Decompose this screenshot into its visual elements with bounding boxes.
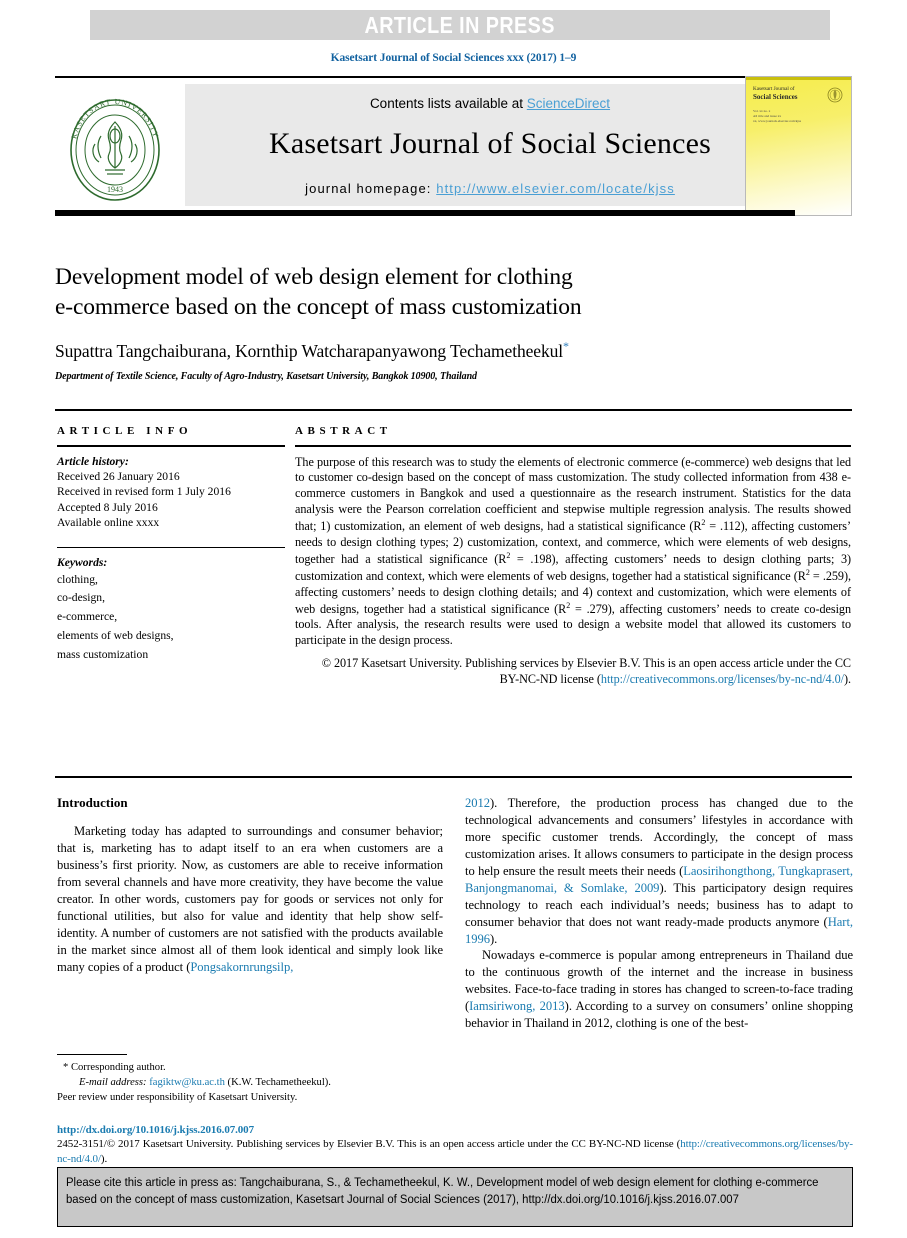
journal-masthead: KASETSART UNIVERSITY 1943 Contents lists… [55,76,852,216]
keyword-item: co-design, [57,591,105,605]
peer-review-note: Peer review under responsibility of Kase… [57,1092,298,1104]
journal-title: Kasetsart Journal of Social Sciences [268,127,712,160]
cover-title: Kasetsart Journal of Social Sciences [753,86,798,102]
citation-link-pongsakornrungsilp[interactable]: Pongsakornrungsilp, [190,960,293,974]
article-history-block: Article history: Received 26 January 201… [57,454,285,531]
running-head-citation: Kasetsart Journal of Social Sciences xxx… [330,52,577,64]
article-info-heading: ARTICLE INFO [57,425,193,437]
history-item: Available online xxxx [57,516,160,530]
keywords-label: Keywords: [57,556,108,570]
intro-right-text-c: ). [490,931,498,946]
citation-link-year-2012[interactable]: 2012 [465,796,490,810]
email-owner: (K.W. Techametheekul). [227,1077,331,1089]
abstract-body: The purpose of this research was to stud… [295,455,851,650]
cover-emblem-icon [827,87,843,103]
affiliation: Department of Textile Science, Faculty o… [55,370,477,382]
abstract-section-bottom-rule [55,776,852,778]
cover-title-line1: Kasetsart Journal of [753,86,795,92]
email-note: E-mail address: fagiktw@ku.ac.th (K.W. T… [57,1075,443,1090]
corresponding-author-marker: * [563,339,569,354]
keyword-item: e-commerce, [57,610,118,624]
introduction-right-column: 2012). Therefore, the production process… [465,795,853,1032]
keyword-item: elements of web designs, [57,628,174,642]
issn-tail: ). [100,1152,108,1165]
journal-cover-thumbnail: Kasetsart Journal of Social Sciences Vol… [745,76,852,216]
footer-block: http://dx.doi.org/10.1016/j.kjss.2016.07… [57,1124,853,1166]
email-label: E-mail address: [79,1077,147,1089]
please-cite-box: Please cite this article in press as: Ta… [57,1167,853,1227]
introduction-paragraph-1: Marketing today has adapted to surroundi… [57,823,443,975]
title-line-2: e-commerce based on the concept of mass … [55,294,582,321]
issn-text: 2452-3151/© 2017 Kasetsart University. P… [57,1138,681,1150]
article-in-press-banner: ARTICLE IN PRESS [90,10,830,40]
doi-line: http://dx.doi.org/10.1016/j.kjss.2016.07… [57,1124,853,1136]
abstract-section-top-rule [55,409,852,411]
kasetsart-university-seal-icon: KASETSART UNIVERSITY 1943 [61,92,169,204]
journal-homepage-link[interactable]: http://www.elsevier.com/locate/kjss [436,181,675,196]
article-title-block: Development model of web design element … [55,262,855,382]
footnote-block: * Corresponding author. E-mail address: … [57,1054,443,1105]
homepage-label: journal homepage: [305,181,437,196]
journal-header-box: Contents lists available at ScienceDirec… [185,84,795,206]
masthead-top-rule [55,76,795,78]
footnote-rule [57,1054,127,1055]
author-names: Supattra Tangchaiburana, Kornthip Watcha… [55,340,564,361]
abstract-rule [295,445,851,447]
cover-title-line2: Social Sciences [753,93,798,102]
keyword-item: mass customization [57,647,149,661]
title-line-1: Development model of web design element … [55,264,573,290]
history-item: Accepted 8 July 2016 [57,500,158,514]
copyright-tail: ). [843,672,851,687]
article-info-rule [57,445,285,447]
article-in-press-label: ARTICLE IN PRESS [364,11,556,38]
abstract-copyright: © 2017 Kasetsart University. Publishing … [295,655,851,687]
author-list: Supattra Tangchaiburana, Kornthip Watcha… [55,339,855,362]
page-title: Development model of web design element … [55,262,855,322]
corresponding-author-note: * Corresponding author. [63,1062,166,1073]
article-history-label: Article history: [57,454,129,468]
contents-lists-line: Contents lists available at ScienceDirec… [370,96,610,111]
keywords-rule [57,546,285,549]
introduction-paragraph-2: Nowadays e-commerce is popular among ent… [465,947,853,1032]
introduction-left-column: Introduction Marketing today has adapted… [57,795,443,975]
citation-link-iamsiriwong[interactable]: Iamsiriwong, 2013 [469,999,565,1013]
journal-homepage-line: journal homepage: http://www.elsevier.co… [305,181,675,196]
abstract-heading: ABSTRACT [295,425,392,437]
contents-prefix: Contents lists available at [369,96,527,111]
history-item: Received 26 January 2016 [57,470,180,483]
history-item: Received in revised form 1 July 2016 [57,485,231,499]
keywords-block: Keywords: clothing, co-design, e-commerc… [57,555,285,664]
cover-subtext: Vol. xx no. x All title and issue xx xx,… [753,109,802,124]
intro-left-text: Marketing today has adapted to surroundi… [57,824,443,974]
masthead-bottom-rule [55,210,795,216]
article-info-section: ARTICLE INFO Article history: Received 2… [57,425,285,665]
introduction-heading: Introduction [57,795,128,810]
cc-license-link[interactable]: http://creativecommons.org/licenses/by-n… [601,672,844,686]
doi-link[interactable]: http://dx.doi.org/10.1016/j.kjss.2016.07… [57,1124,254,1136]
cover-top-bar [746,77,851,80]
keyword-item: clothing, [57,572,98,586]
please-cite-text: Please cite this article in press as: Ta… [66,1175,819,1206]
author-email-link[interactable]: fagiktw@ku.ac.th [149,1077,225,1088]
abstract-section: ABSTRACT The purpose of this research wa… [295,425,851,687]
svg-text:1943: 1943 [107,185,123,194]
sciencedirect-link[interactable]: ScienceDirect [527,96,610,111]
issn-copyright-line: 2452-3151/© 2017 Kasetsart University. P… [57,1137,853,1166]
introduction-paragraph-1-cont: 2012). Therefore, the production process… [465,795,853,947]
